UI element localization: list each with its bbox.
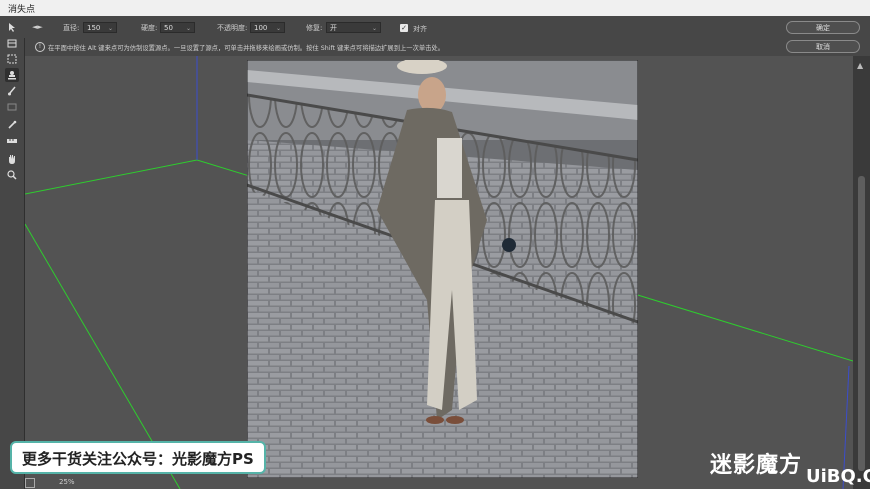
brush-icon bbox=[8, 86, 16, 96]
transform-tool[interactable] bbox=[5, 100, 19, 114]
hardness-value: 50 bbox=[164, 24, 173, 32]
align-label: 对齐 bbox=[413, 25, 427, 33]
heal-label: 修复: bbox=[306, 24, 323, 32]
chevron-down-icon: ⌄ bbox=[275, 25, 281, 32]
zoom-icon bbox=[7, 170, 17, 180]
ok-button[interactable]: 确定 bbox=[786, 21, 860, 34]
watermark-banner: 更多干货关注公众号：光影魔方PS bbox=[10, 441, 266, 474]
eyedropper-icon bbox=[8, 120, 17, 129]
opacity-value: 100 bbox=[254, 24, 268, 32]
info-text: 在平面中按住 Alt 键来点可为仿制设置源点。一旦设置了源点，可单击并拖移来绘画… bbox=[48, 45, 445, 52]
hardness-field[interactable]: 50 ⌄ bbox=[160, 22, 195, 33]
edit-plane-tool[interactable] bbox=[5, 20, 19, 34]
marquee-tool[interactable] bbox=[5, 52, 19, 66]
hardness-label: 硬度: bbox=[141, 24, 158, 32]
tool-panel bbox=[0, 23, 25, 489]
diameter-field[interactable]: 150 ⌄ bbox=[83, 22, 117, 33]
vertical-scrollbar[interactable]: ▲ bbox=[853, 56, 870, 489]
eyedropper-tool[interactable] bbox=[5, 118, 19, 132]
grid-edge-top-left bbox=[25, 159, 198, 195]
site-text: UiBQ.CoM bbox=[806, 466, 870, 487]
create-plane-icon bbox=[7, 39, 17, 48]
info-icon: ! bbox=[35, 42, 45, 52]
status-bar: 25% bbox=[25, 476, 245, 489]
zoom-level[interactable]: 25% bbox=[59, 478, 75, 486]
create-plane-tool[interactable] bbox=[5, 36, 19, 50]
logo-text: 迷影魔方 bbox=[710, 453, 803, 478]
info-bar: ! 在平面中按住 Alt 键来点可为仿制设置源点。一旦设置了源点，可单击并拖移来… bbox=[0, 38, 870, 57]
diameter-value: 150 bbox=[87, 24, 101, 32]
measure-tool[interactable] bbox=[5, 134, 19, 148]
title-bar: 消失点 bbox=[0, 0, 870, 17]
window-title: 消失点 bbox=[8, 5, 36, 15]
heal-value: 开 bbox=[330, 24, 337, 32]
hand-tool[interactable] bbox=[5, 152, 19, 166]
scroll-up-icon[interactable]: ▲ bbox=[857, 61, 863, 70]
brush-preset-arrows[interactable]: ◄► bbox=[32, 23, 43, 31]
heal-select[interactable]: 开 ⌄ bbox=[326, 22, 381, 33]
transform-icon bbox=[7, 103, 17, 111]
preview-canvas[interactable] bbox=[25, 56, 853, 489]
chevron-down-icon: ⌄ bbox=[107, 25, 113, 32]
chevron-down-icon: ⌄ bbox=[185, 25, 191, 32]
chevron-down-icon: ⌄ bbox=[371, 25, 377, 32]
zoom-icon bbox=[25, 478, 35, 488]
measure-icon bbox=[7, 139, 17, 143]
stamp-icon bbox=[8, 71, 16, 80]
opacity-label: 不透明度: bbox=[217, 24, 248, 32]
photo bbox=[247, 60, 638, 478]
zoom-tool[interactable] bbox=[5, 168, 19, 182]
cancel-button[interactable]: 取消 bbox=[786, 40, 860, 53]
diameter-label: 直径: bbox=[63, 24, 80, 32]
stamp-tool[interactable] bbox=[5, 68, 19, 82]
brush-tool[interactable] bbox=[5, 84, 19, 98]
scrollbar-thumb[interactable] bbox=[858, 176, 865, 471]
hand-icon bbox=[9, 155, 15, 164]
opacity-field[interactable]: 100 ⌄ bbox=[250, 22, 285, 33]
edit-plane-icon bbox=[9, 23, 15, 32]
align-checkbox[interactable]: ✓ bbox=[400, 24, 408, 32]
marquee-icon bbox=[7, 54, 17, 64]
options-bar: ◄► 直径: 150 ⌄ 硬度: 50 ⌄ 不透明度: 100 ⌄ 修复: 开 … bbox=[0, 16, 870, 38]
